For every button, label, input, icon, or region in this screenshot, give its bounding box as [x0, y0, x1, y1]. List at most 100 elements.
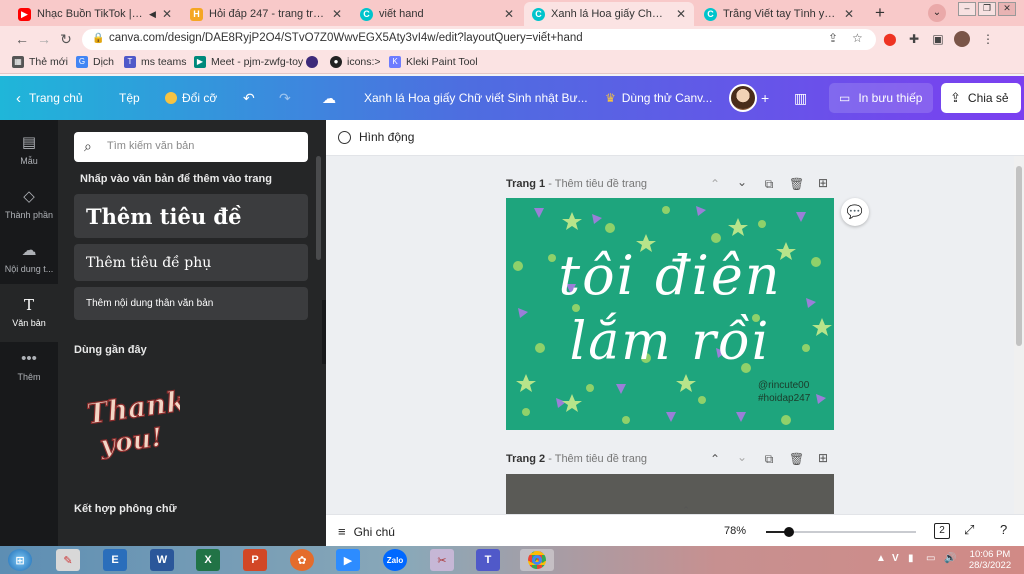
bookmark-meet[interactable]: ▶ Meet - pjm-zwfg-toy [194, 56, 303, 68]
rail-item-text[interactable]: T Văn bản [0, 284, 58, 342]
close-tab-icon[interactable]: ✕ [332, 7, 342, 21]
panel-scrollbar[interactable] [316, 156, 321, 260]
opera-extension-icon[interactable]: ⬤ [882, 31, 898, 47]
text-search-input[interactable]: ⌕ Tìm kiếm văn bản [74, 132, 308, 162]
tray-expand-icon[interactable]: ▲ [876, 553, 886, 564]
browser-menu-icon[interactable]: ⋮ [980, 31, 996, 47]
sidebar-icon[interactable]: ▣ [930, 31, 946, 47]
duplicate-page-icon[interactable]: ⧉ [762, 177, 776, 192]
sniping-icon[interactable]: ✂ [430, 549, 454, 571]
share-page-icon[interactable]: ⇪ [828, 31, 838, 45]
language-indicator[interactable]: V [892, 553, 899, 564]
bookmark-translate[interactable]: G Dịch [76, 56, 114, 68]
page-2-canvas[interactable] [506, 474, 834, 514]
chrome-icon[interactable] [520, 549, 554, 571]
bookmark-star-icon[interactable]: ☆ [852, 31, 863, 45]
design-credit-handle[interactable]: @rincute00 [758, 380, 809, 391]
bookmark-new-tab[interactable]: ▦ Thẻ mới [12, 56, 68, 68]
zoom-level[interactable]: 78% [724, 525, 746, 537]
cloud-saved-icon[interactable]: ☁ [322, 76, 336, 120]
close-tab-icon[interactable]: ✕ [676, 7, 686, 21]
teams-icon[interactable]: T [476, 549, 500, 571]
close-tab-icon[interactable]: ✕ [504, 7, 514, 21]
duplicate-page-icon[interactable]: ⧉ [762, 452, 776, 467]
powerpoint-icon[interactable]: P [243, 549, 267, 571]
rail-item-templates[interactable]: ▤ Mẫu [0, 122, 58, 180]
bookmark-ms-teams[interactable]: T ms teams [124, 56, 187, 68]
workspace-scrollbar[interactable] [1014, 156, 1024, 514]
add-page-icon[interactable]: ⊞ [816, 176, 830, 190]
browser-tab-1[interactable]: ▶ Nhạc Buồn TikTok | Nhạc T ◀ ✕ [10, 2, 180, 26]
vs-icon[interactable]: E [103, 549, 127, 571]
move-page-up-icon[interactable]: ⌃ [708, 177, 722, 191]
close-window-button[interactable]: ✕ [998, 2, 1016, 16]
close-tab-icon[interactable]: ✕ [162, 7, 172, 21]
move-page-down-icon[interactable]: ⌄ [735, 175, 749, 189]
design-text-line-1[interactable]: tôi điên [506, 244, 834, 307]
scrollbar-thumb[interactable] [1016, 166, 1022, 346]
zalo-icon[interactable]: Zalo [383, 549, 407, 571]
minimize-button[interactable]: – [958, 2, 976, 16]
add-subheading-button[interactable]: Thêm tiêu đề phụ [74, 244, 308, 281]
profile-avatar[interactable] [954, 31, 970, 47]
fullscreen-icon[interactable]: ⤢ [964, 522, 974, 538]
rail-item-uploads[interactable]: ☁ Nội dung t... [0, 230, 58, 288]
move-page-down-icon[interactable]: ⌄ [735, 450, 749, 464]
url-bar[interactable]: 🔒 canva.com/design/DAE8RyjP2O4/STvO7Z0Ww… [82, 29, 876, 50]
browser-tab-3[interactable]: C viết hand ✕ [352, 2, 522, 26]
rail-item-elements[interactable]: ◇ Thành phần [0, 176, 58, 234]
page-count-button[interactable]: 2 [934, 523, 950, 539]
add-heading-button[interactable]: Thêm tiêu đề [74, 194, 308, 238]
word-icon[interactable]: W [150, 549, 174, 571]
zoom-icon[interactable]: ▶ [336, 549, 360, 571]
reload-button[interactable]: ↻ [58, 31, 74, 47]
new-tab-button[interactable]: + [870, 3, 890, 23]
paint-icon[interactable]: ✎ [56, 549, 80, 571]
design-text-line-2[interactable]: lắm rồi [520, 312, 820, 372]
restore-button[interactable]: ❐ [978, 2, 996, 16]
tab-search-button[interactable]: ⌄ [928, 4, 946, 22]
recent-font-sample[interactable]: Thank you! [80, 382, 180, 460]
extensions-icon[interactable]: ✚ [906, 31, 922, 47]
bookmark-icons[interactable]: ● icons:> [330, 56, 381, 68]
chevron-up-icon[interactable]: ⌃ [676, 505, 696, 515]
insights-chart-icon[interactable]: ▥ [794, 76, 807, 120]
design-title[interactable]: Xanh lá Hoa giấy Chữ viết Sinh nhật Bư..… [364, 76, 588, 120]
notes-button[interactable]: ≡ Ghi chú [338, 524, 395, 539]
file-menu-button[interactable]: Tệp [119, 76, 140, 120]
undo-button[interactable]: ↶ [243, 76, 255, 120]
browser-tab-4[interactable]: C Xanh lá Hoa giấy Chữ viết Sinh ✕ [524, 2, 694, 26]
page-title-input[interactable]: Thêm tiêu đề trang [555, 178, 647, 190]
start-icon[interactable]: ⊞ [8, 549, 32, 571]
try-pro-button[interactable]: ♛ Dùng thử Canv... [605, 76, 712, 120]
add-comment-button[interactable]: 💬 [841, 198, 869, 226]
home-button[interactable]: ‹ Trang chủ [16, 76, 83, 120]
print-postcard-button[interactable]: ▭ In bưu thiếp [829, 83, 933, 113]
network-icon[interactable]: ▮ [908, 553, 914, 564]
volume-icon[interactable]: 🔊 [944, 553, 956, 564]
bookmark-kleki[interactable]: K Kleki Paint Tool [389, 56, 478, 68]
page-1-canvas[interactable]: tôi điên lắm rồi @rincute00 #hoidap247 [506, 198, 834, 430]
page-title-input[interactable]: Thêm tiêu đề trang [555, 453, 647, 465]
zoom-slider[interactable] [766, 527, 916, 537]
back-button[interactable]: ← [14, 31, 30, 47]
redo-button[interactable]: ↷ [279, 76, 291, 120]
move-page-up-icon[interactable]: ⌃ [708, 452, 722, 466]
mute-icon[interactable]: ◀ [149, 9, 156, 20]
app-icon[interactable]: ✿ [290, 549, 314, 571]
browser-tab-5[interactable]: C Trắng Viết tay Tình yêu trên N ✕ [696, 2, 862, 26]
excel-icon[interactable]: X [196, 549, 220, 571]
resize-button[interactable]: Đổi cỡ [165, 76, 217, 120]
delete-page-icon[interactable]: 🗑 [789, 452, 804, 466]
close-tab-icon[interactable]: ✕ [844, 7, 854, 21]
user-avatar[interactable] [729, 84, 757, 112]
zoom-slider-knob[interactable] [784, 527, 794, 537]
browser-tab-2[interactable]: H Hỏi đáp 247 - trang tra loi ✕ [182, 2, 350, 26]
share-button[interactable]: ⇪ Chia sẻ [941, 83, 1021, 113]
battery-icon[interactable]: ▭ [926, 553, 935, 564]
bookmark-unnamed[interactable] [306, 56, 323, 68]
delete-page-icon[interactable]: 🗑 [789, 177, 804, 191]
design-credit-hashtag[interactable]: #hoidap247 [758, 393, 810, 404]
add-page-icon[interactable]: ⊞ [816, 451, 830, 465]
rail-item-more[interactable]: ••• Thêm [0, 338, 58, 396]
